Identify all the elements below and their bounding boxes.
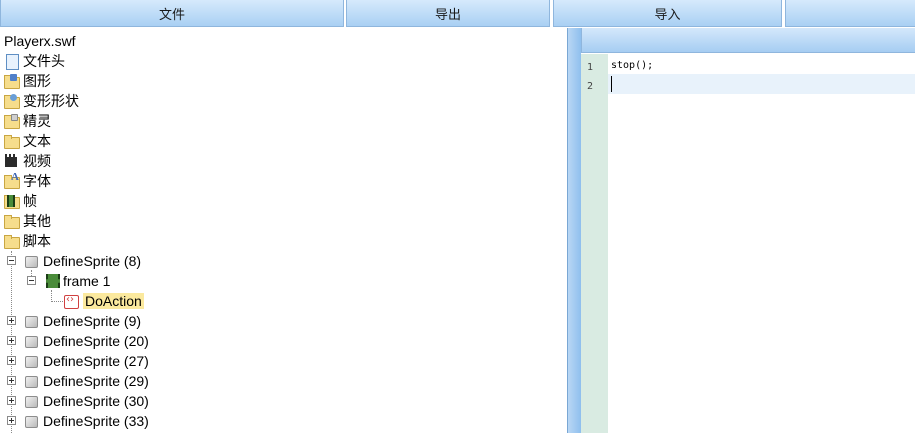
expand-toggle[interactable] [7, 356, 16, 365]
panel-splitter[interactable] [567, 28, 581, 433]
extra-menu-button[interactable] [785, 0, 915, 27]
film-frame-icon [43, 273, 60, 289]
tree-item-label: DefineSprite (9) [43, 313, 142, 329]
tree-item-videos[interactable]: 视频 [3, 151, 51, 171]
expand-toggle[interactable] [7, 376, 16, 385]
expand-toggle[interactable] [7, 316, 16, 325]
tree-item-label: 字体 [23, 174, 51, 190]
tree-item-label: DoAction [83, 293, 144, 309]
tree-connector [51, 301, 63, 302]
tree-item-label: DefineSprite (27) [43, 353, 149, 369]
editor-header-bar [581, 28, 915, 53]
tree-item-sprite[interactable]: DefineSprite (33) [23, 411, 149, 431]
sprite-cube-icon [23, 393, 39, 409]
sprite-cube-icon [23, 353, 39, 369]
tree-item-morph-shapes[interactable]: 变形形状 [3, 91, 79, 111]
sprite-cube-icon [23, 373, 39, 389]
expand-toggle[interactable] [7, 416, 16, 425]
tree-item-fonts[interactable]: A 字体 [3, 171, 51, 191]
collapse-toggle[interactable] [27, 276, 36, 285]
active-line-highlight [608, 74, 915, 94]
menu-bar: 文件 导出 导入 [0, 0, 915, 28]
tree-item-label: DefineSprite (8) [43, 253, 142, 269]
tree-item-label: 变形形状 [23, 94, 79, 110]
tree-item-sprite[interactable]: DefineSprite (20) [23, 331, 149, 351]
tree-item-label: 文件头 [23, 54, 65, 70]
tree-item-label: 脚本 [23, 234, 51, 250]
swf-tree-panel: Playerx.swf 文件头 图形 变形形状 精灵 文本 视频 A 字体 帧 … [0, 30, 567, 433]
video-clapper-icon [3, 153, 19, 169]
tree-item-doaction[interactable]: DoAction [63, 291, 144, 311]
sprite-cube-icon [23, 313, 39, 329]
tree-item-others[interactable]: 其他 [3, 211, 51, 231]
tree-item-header[interactable]: 文件头 [3, 51, 65, 71]
shapes-folder-icon [3, 73, 20, 89]
tree-item-frames[interactable]: 帧 [3, 191, 37, 211]
file-menu-button[interactable]: 文件 [0, 0, 344, 27]
tree-item-sprites[interactable]: 精灵 [3, 111, 51, 131]
tree-item-label: 文本 [23, 134, 51, 150]
tree-item-shapes[interactable]: 图形 [3, 71, 51, 91]
tree-item-label: DefineSprite (30) [43, 393, 149, 409]
code-editor[interactable]: 1 2 stop(); [581, 28, 915, 433]
tree-item-label: DefineSprite (33) [43, 413, 149, 429]
tree-item-sprite[interactable]: DefineSprite (8) [23, 251, 141, 271]
tree-item-label: 其他 [23, 214, 51, 230]
font-folder-icon: A [3, 171, 20, 189]
tree-item-frame[interactable]: frame 1 [43, 271, 110, 291]
sprite-cube-icon [23, 333, 39, 349]
tree-item-texts[interactable]: 文本 [3, 131, 51, 151]
action-script-icon [63, 293, 79, 309]
text-folder-icon [3, 133, 20, 149]
tree-item-sprite[interactable]: DefineSprite (30) [23, 391, 149, 411]
tree-item-label: frame 1 [63, 273, 111, 289]
tree-item-label: DefineSprite (29) [43, 373, 149, 389]
document-icon [3, 53, 19, 70]
tree-item-label: 视频 [23, 154, 51, 170]
morph-shape-folder-icon [3, 93, 20, 109]
sprite-cube-icon [23, 413, 39, 429]
tree-item-label: 帧 [23, 194, 37, 210]
sprite-cube-icon [23, 253, 39, 269]
frame-folder-icon [3, 193, 20, 209]
folder-open-icon [3, 233, 20, 249]
code-line[interactable]: stop(); [611, 56, 653, 75]
line-number: 2 [587, 81, 594, 92]
expand-toggle[interactable] [7, 336, 16, 345]
expand-toggle[interactable] [7, 396, 16, 405]
tree-item-sprite[interactable]: DefineSprite (9) [23, 311, 141, 331]
line-number-gutter [581, 54, 608, 433]
tree-item-label: DefineSprite (20) [43, 333, 149, 349]
folder-icon [3, 213, 20, 229]
tree-item-scripts[interactable]: 脚本 [3, 231, 51, 251]
tree-root-file[interactable]: Playerx.swf [4, 33, 76, 49]
sprite-folder-icon [3, 113, 20, 129]
tree-item-label: 图形 [23, 74, 51, 90]
text-caret [611, 76, 612, 92]
collapse-toggle[interactable] [7, 256, 16, 265]
tree-item-label: 精灵 [23, 114, 51, 130]
tree-item-sprite[interactable]: DefineSprite (27) [23, 351, 149, 371]
import-menu-button[interactable]: 导入 [553, 0, 782, 27]
line-number: 1 [587, 62, 594, 73]
export-menu-button[interactable]: 导出 [346, 0, 550, 27]
tree-item-sprite[interactable]: DefineSprite (29) [23, 371, 149, 391]
